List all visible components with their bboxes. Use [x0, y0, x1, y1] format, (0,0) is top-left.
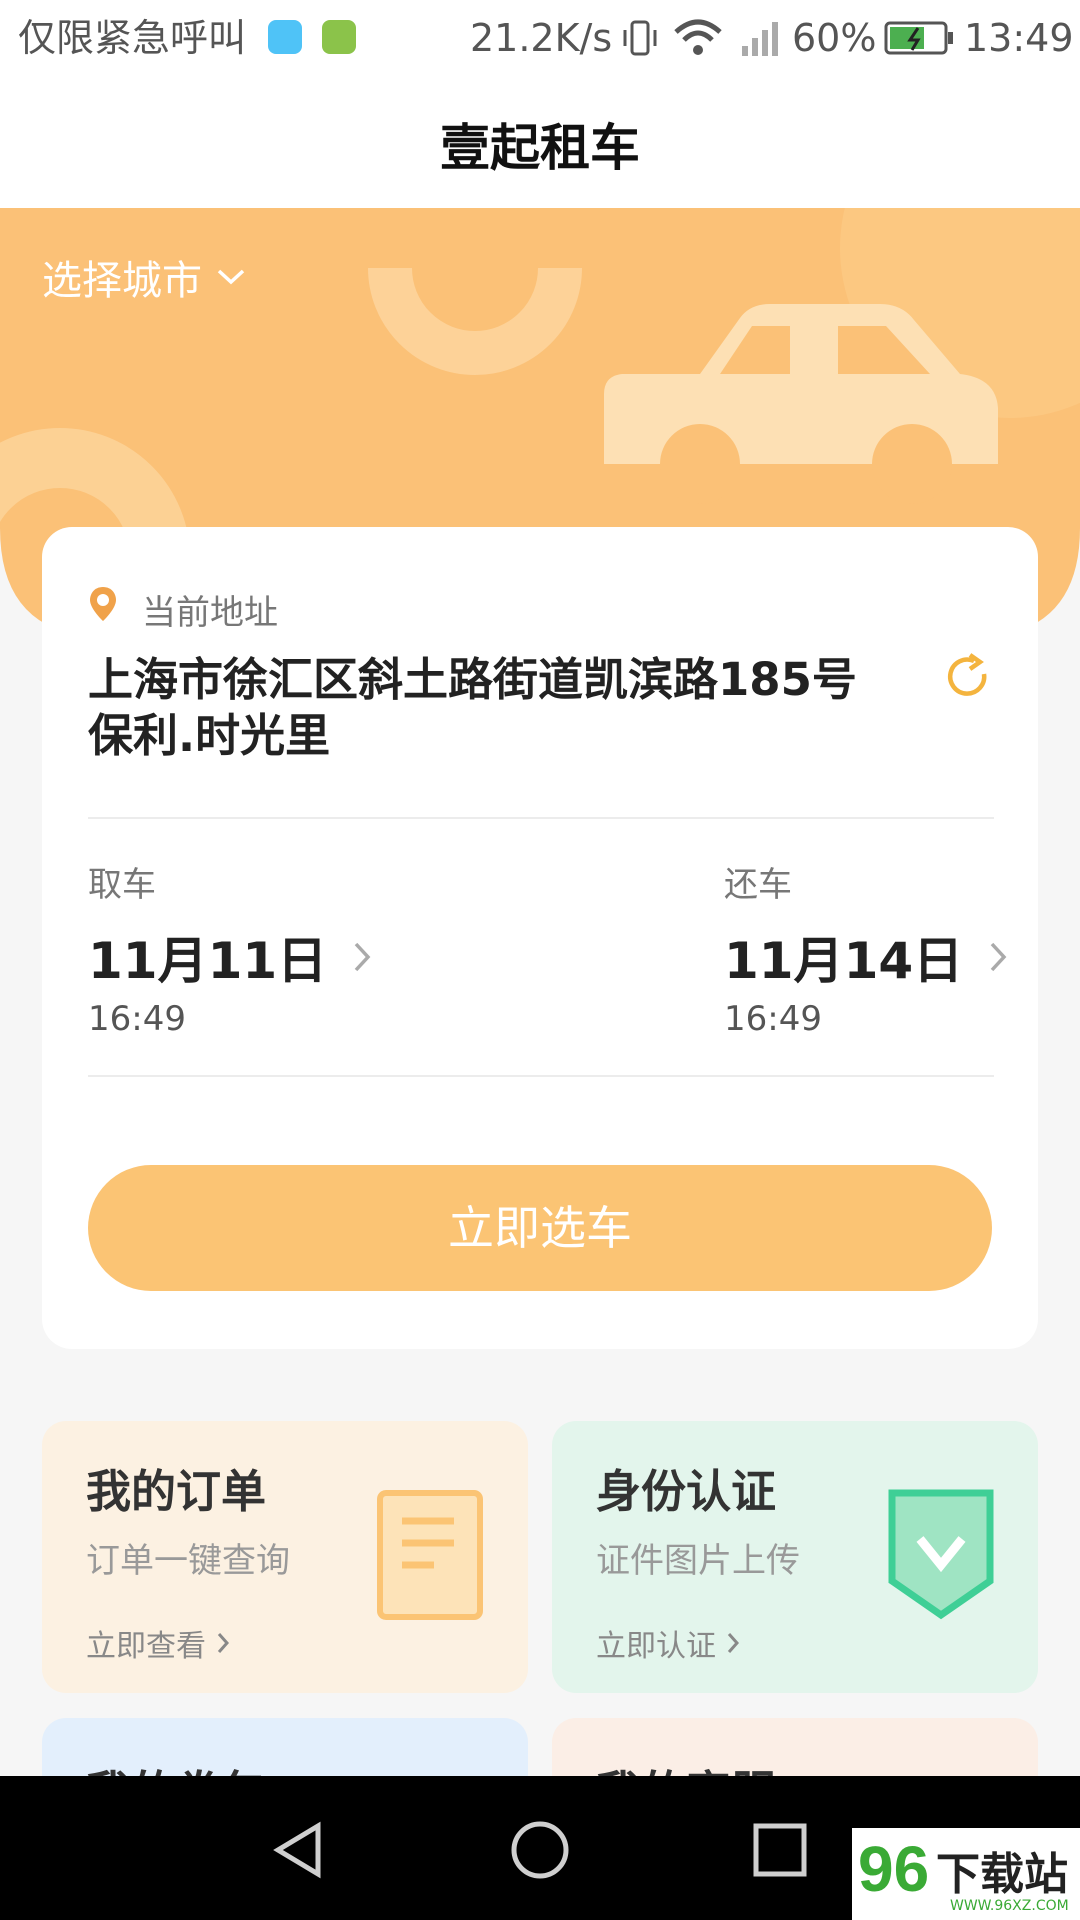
- shield-app-icon: [322, 20, 356, 54]
- vibrate-icon: [623, 20, 657, 56]
- choose-car-button[interactable]: 立即选车: [88, 1165, 992, 1291]
- carrier-text: 仅限紧急呼叫: [18, 16, 247, 60]
- battery-icon: [884, 21, 953, 55]
- battery-percent: 60%: [792, 16, 877, 60]
- current-address[interactable]: 上海市徐汇区斜土路街道凯滨路185号保利.时光里: [88, 652, 888, 764]
- address-label: 当前地址: [142, 593, 278, 633]
- title-bar: 壹起租车: [0, 78, 1080, 208]
- page-title: 壹起租车: [440, 119, 640, 177]
- watermark-number: 96: [858, 1833, 930, 1905]
- pickup-time: 16:49: [88, 999, 186, 1039]
- chevron-right-icon: [354, 942, 371, 972]
- return-date-text: 11月14日: [724, 932, 964, 990]
- divider: [88, 1075, 994, 1077]
- watermark: 96 下载站 WWW.96XZ.COM: [852, 1828, 1080, 1920]
- booking-card: 当前地址 上海市徐汇区斜土路街道凯滨路185号保利.时光里 取车 11月11日 …: [42, 527, 1038, 1349]
- my-orders-link-label: 立即查看: [86, 1629, 206, 1664]
- location-pin-icon: [90, 587, 116, 621]
- identity-verify-subtitle: 证件图片上传: [596, 1541, 800, 1581]
- signal-icon: [742, 22, 778, 56]
- watermark-text: 下载站: [936, 1849, 1068, 1900]
- clock: 13:49: [964, 16, 1074, 60]
- city-selector[interactable]: 选择城市: [42, 248, 246, 306]
- identity-verify-title: 身份认证: [596, 1465, 777, 1518]
- android-debug-icon: [268, 20, 302, 54]
- wifi-icon: [674, 19, 722, 55]
- return-date[interactable]: 11月14日: [724, 921, 1007, 993]
- network-speed: 21.2K/s: [470, 16, 613, 60]
- pickup-label: 取车: [88, 865, 156, 905]
- my-orders-link[interactable]: 立即查看: [86, 1621, 230, 1665]
- city-selector-label: 选择城市: [42, 258, 202, 304]
- home-icon[interactable]: [510, 1820, 570, 1880]
- watermark-url: WWW.96XZ.COM: [950, 1898, 1069, 1914]
- status-bar: 仅限紧急呼叫 21.2K/s 60% 13:49: [0, 0, 1080, 78]
- pickup-date-text: 11月11日: [88, 932, 328, 990]
- divider: [88, 817, 994, 819]
- my-orders-subtitle: 订单一键查询: [86, 1541, 290, 1581]
- shield-check-icon: [888, 1489, 994, 1620]
- my-orders-tile[interactable]: 我的订单 订单一键查询 立即查看: [42, 1421, 528, 1693]
- refresh-icon[interactable]: [944, 652, 994, 702]
- chevron-right-icon: [727, 1633, 740, 1653]
- identity-verify-tile[interactable]: 身份认证 证件图片上传 立即认证: [552, 1421, 1038, 1693]
- document-icon: [377, 1490, 483, 1620]
- back-icon[interactable]: [270, 1820, 326, 1880]
- return-time: 16:49: [724, 999, 822, 1039]
- pickup-date[interactable]: 11月11日: [88, 921, 371, 993]
- return-label: 还车: [724, 865, 792, 905]
- chevron-right-icon: [990, 942, 1007, 972]
- my-orders-title: 我的订单: [86, 1465, 267, 1518]
- identity-verify-link-label: 立即认证: [596, 1629, 716, 1664]
- chevron-down-icon: [217, 269, 245, 285]
- recents-icon[interactable]: [752, 1822, 808, 1878]
- chevron-right-icon: [217, 1633, 230, 1653]
- identity-verify-link[interactable]: 立即认证: [596, 1621, 740, 1665]
